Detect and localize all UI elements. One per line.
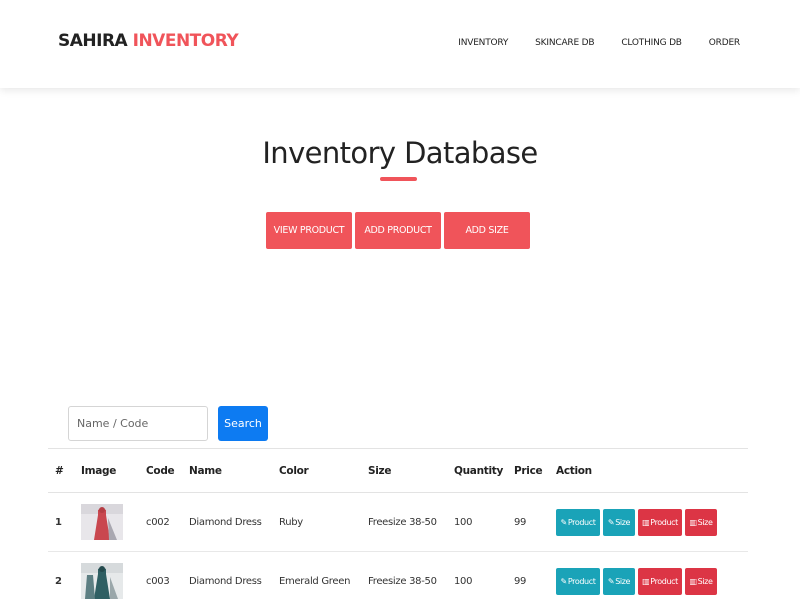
brand-name: SAHIRA bbox=[58, 31, 128, 51]
pencil-icon: ✎ bbox=[560, 576, 568, 586]
edit-size-label: Size bbox=[615, 517, 631, 527]
row-actions: ✎ Product ✎ Size ▥ Product ▥ Size bbox=[549, 492, 748, 552]
col-header-color: Color bbox=[272, 448, 361, 493]
delete-size-label: Size bbox=[697, 517, 713, 527]
nav-link-clothing-db[interactable]: CLOTHING DB bbox=[621, 38, 682, 48]
row-index: 2 bbox=[48, 551, 74, 600]
product-image-cell bbox=[74, 551, 139, 600]
title-underline bbox=[380, 177, 417, 181]
dress-photo-icon bbox=[81, 504, 123, 540]
nav-link-skincare-db[interactable]: SKINCARE DB bbox=[535, 38, 594, 48]
search-input[interactable] bbox=[68, 406, 208, 441]
add-size-button[interactable]: ADD SIZE bbox=[444, 212, 530, 249]
product-size: Freesize 38-50 bbox=[361, 492, 447, 552]
pencil-icon: ✎ bbox=[607, 576, 615, 586]
brand-accent: INVENTORY bbox=[132, 31, 239, 51]
add-product-button[interactable]: ADD PRODUCT bbox=[355, 212, 441, 249]
search-button[interactable]: Search bbox=[218, 406, 268, 441]
col-header-size: Size bbox=[361, 448, 447, 493]
edit-product-button[interactable]: ✎ Product bbox=[556, 508, 600, 536]
col-header-price: Price bbox=[507, 448, 549, 493]
product-code: c002 bbox=[139, 492, 182, 552]
nav-link-order[interactable]: ORDER bbox=[709, 38, 740, 48]
product-quantity: 100 bbox=[447, 551, 507, 600]
col-header-index: # bbox=[48, 448, 74, 493]
navbar: SAHIRA INVENTORY INVENTORY SKINCARE DB C… bbox=[0, 0, 800, 88]
col-header-name: Name bbox=[182, 448, 272, 493]
delete-size-button[interactable]: ▥ Size bbox=[685, 508, 717, 536]
edit-size-button[interactable]: ✎ Size bbox=[603, 508, 635, 536]
nav-link-inventory[interactable]: INVENTORY bbox=[458, 38, 508, 48]
product-color: Emerald Green bbox=[272, 551, 361, 600]
edit-product-label: Product bbox=[567, 576, 596, 586]
col-header-code: Code bbox=[139, 448, 182, 493]
brand-logo[interactable]: SAHIRA INVENTORY bbox=[58, 31, 239, 51]
delete-product-button[interactable]: ▥ Product bbox=[638, 508, 682, 536]
trash-icon: ▥ bbox=[642, 576, 650, 586]
delete-size-label: Size bbox=[697, 576, 713, 586]
trash-icon: ▥ bbox=[642, 517, 650, 527]
pencil-icon: ✎ bbox=[560, 517, 568, 527]
edit-product-label: Product bbox=[567, 517, 596, 527]
product-color: Ruby bbox=[272, 492, 361, 552]
delete-product-label: Product bbox=[650, 576, 678, 586]
table-row: 1 c002 Diamond Dress Ruby Freesize 38-50… bbox=[48, 492, 748, 552]
table-header-row: # Image Code Name Color Size Quantity Pr… bbox=[48, 448, 748, 493]
product-name: Diamond Dress bbox=[182, 551, 272, 600]
row-index: 1 bbox=[48, 492, 74, 552]
trash-icon: ▥ bbox=[689, 517, 698, 527]
delete-product-label: Product bbox=[650, 517, 678, 527]
delete-product-button[interactable]: ▥ Product bbox=[638, 567, 682, 595]
product-size: Freesize 38-50 bbox=[361, 551, 447, 600]
view-product-button[interactable]: VIEW PRODUCT bbox=[266, 212, 352, 249]
edit-size-label: Size bbox=[615, 576, 631, 586]
product-code: c003 bbox=[139, 551, 182, 600]
nav-menu: INVENTORY SKINCARE DB CLOTHING DB ORDER bbox=[458, 38, 740, 48]
product-price: 99 bbox=[507, 551, 549, 600]
trash-icon: ▥ bbox=[689, 576, 698, 586]
row-actions: ✎ Product ✎ Size ▥ Product ▥ Size bbox=[549, 551, 748, 600]
col-header-action: Action bbox=[549, 448, 748, 493]
pencil-icon: ✎ bbox=[607, 517, 615, 527]
edit-size-button[interactable]: ✎ Size bbox=[603, 567, 635, 595]
inventory-table: # Image Code Name Color Size Quantity Pr… bbox=[48, 448, 748, 600]
product-image-cell bbox=[74, 492, 139, 552]
primary-actions: VIEW PRODUCT ADD PRODUCT ADD SIZE bbox=[266, 212, 530, 249]
product-price: 99 bbox=[507, 492, 549, 552]
col-header-image: Image bbox=[74, 448, 139, 493]
delete-size-button[interactable]: ▥ Size bbox=[685, 567, 717, 595]
edit-product-button[interactable]: ✎ Product bbox=[556, 567, 600, 595]
dress-photo-icon bbox=[81, 563, 123, 599]
page-title: Inventory Database bbox=[262, 136, 538, 170]
product-quantity: 100 bbox=[447, 492, 507, 552]
product-name: Diamond Dress bbox=[182, 492, 272, 552]
col-header-quantity: Quantity bbox=[447, 448, 507, 493]
table-row: 2 c003 Diamond Dress Emerald Green Frees… bbox=[48, 551, 748, 600]
